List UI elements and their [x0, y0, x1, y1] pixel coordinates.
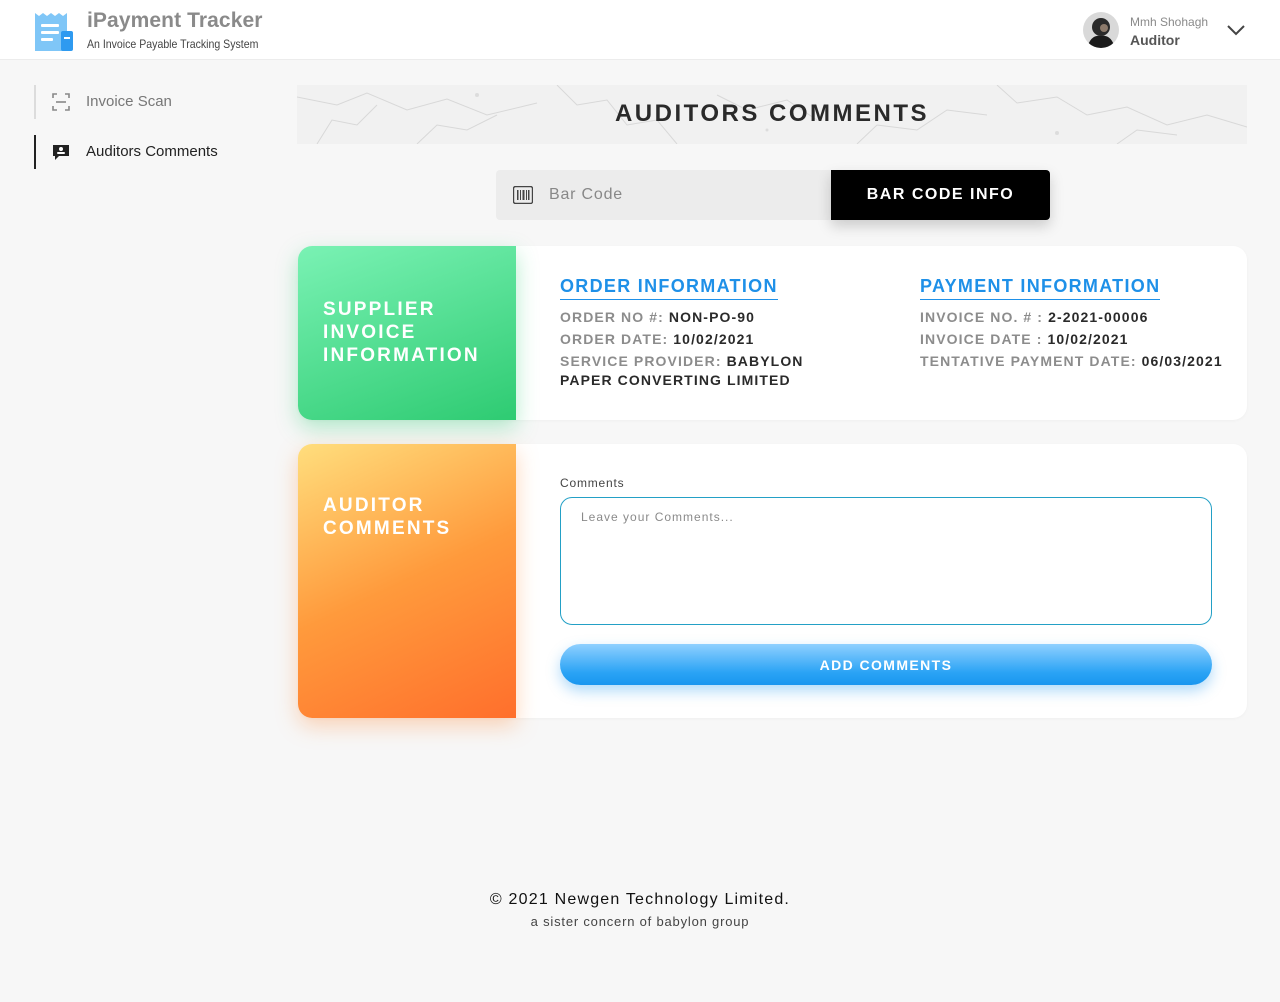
app-logo-icon: [35, 13, 73, 51]
tentative-payment-date-label: TENTATIVE PAYMENT DATE:: [920, 353, 1137, 369]
sidebar-item-label: Invoice Scan: [86, 93, 172, 110]
auditor-comments-title: AUDITOR COMMENTS: [323, 495, 452, 539]
order-date-label: ORDER DATE:: [560, 331, 669, 347]
order-information-heading: ORDER INFORMATION: [560, 276, 778, 300]
footer-tagline: a sister concern of babylon group: [530, 914, 750, 929]
order-no-label: ORDER NO #:: [560, 309, 664, 325]
comments-label: Comments: [560, 476, 625, 490]
page-title: AUDITORS COMMENTS: [614, 100, 930, 127]
supplier-invoice-card: SUPPLIER INVOICE INFORMATION ORDER INFOR…: [298, 246, 1247, 420]
comments-textarea[interactable]: [560, 497, 1212, 625]
add-comments-button[interactable]: ADD COMMENTS: [560, 644, 1212, 685]
payment-information-heading: PAYMENT INFORMATION: [920, 276, 1161, 300]
order-no-row: ORDER NO #: NON-PO-90: [560, 308, 755, 327]
barcode-icon: [513, 186, 533, 204]
supplier-invoice-tile: SUPPLIER INVOICE INFORMATION: [298, 246, 516, 420]
invoice-date-label: INVOICE DATE :: [920, 331, 1043, 347]
invoice-no-value: 2-2021-00006: [1048, 309, 1149, 325]
sidebar-item-invoice-scan[interactable]: Invoice Scan: [34, 85, 264, 119]
user-name: Mmh Shohagh: [1130, 15, 1209, 29]
supplier-invoice-title: SUPPLIER INVOICE INFORMATION: [323, 299, 480, 366]
service-provider-row: SERVICE PROVIDER: BABYLON PAPER CONVERTI…: [560, 352, 860, 390]
user-role: Auditor: [1130, 32, 1180, 48]
tentative-payment-date-value: 06/03/2021: [1141, 353, 1223, 369]
bar-code-info-button[interactable]: BAR CODE INFO: [831, 170, 1050, 220]
invoice-no-label: INVOICE NO. # :: [920, 309, 1044, 325]
tentative-payment-date-row: TENTATIVE PAYMENT DATE: 06/03/2021: [920, 352, 1223, 371]
order-date-value: 10/02/2021: [673, 331, 755, 347]
avatar[interactable]: [1083, 12, 1119, 48]
barcode-input[interactable]: [549, 170, 819, 220]
chevron-down-icon[interactable]: [1225, 20, 1247, 40]
comment-icon: [53, 145, 69, 160]
auditor-comments-tile: AUDITOR COMMENTS: [298, 444, 516, 718]
sidebar-item-label: Auditors Comments: [86, 143, 218, 160]
order-date-row: ORDER DATE: 10/02/2021: [560, 330, 754, 349]
order-no-value: NON-PO-90: [668, 309, 756, 325]
scan-icon: [52, 93, 70, 111]
app-subtitle: An Invoice Payable Tracking System: [87, 37, 259, 51]
page-title-banner: AUDITORS COMMENTS: [297, 85, 1247, 144]
invoice-date-value: 10/02/2021: [1047, 331, 1129, 347]
footer-copyright: © 2021 Newgen Technology Limited.: [489, 891, 791, 908]
sidebar-item-auditors-comments[interactable]: Auditors Comments: [34, 135, 264, 169]
app-title: iPayment Tracker: [87, 9, 263, 32]
service-provider-label: SERVICE PROVIDER:: [560, 353, 722, 369]
top-bar: iPayment Tracker An Invoice Payable Trac…: [0, 0, 1280, 60]
sidebar-indicator: [34, 85, 36, 119]
sidebar-indicator: [34, 135, 36, 169]
invoice-date-row: INVOICE DATE : 10/02/2021: [920, 330, 1129, 349]
barcode-field: [496, 170, 831, 220]
invoice-no-row: INVOICE NO. # : 2-2021-00006: [920, 308, 1148, 327]
auditor-comments-card: AUDITOR COMMENTS Comments ADD COMMENTS: [298, 444, 1247, 718]
